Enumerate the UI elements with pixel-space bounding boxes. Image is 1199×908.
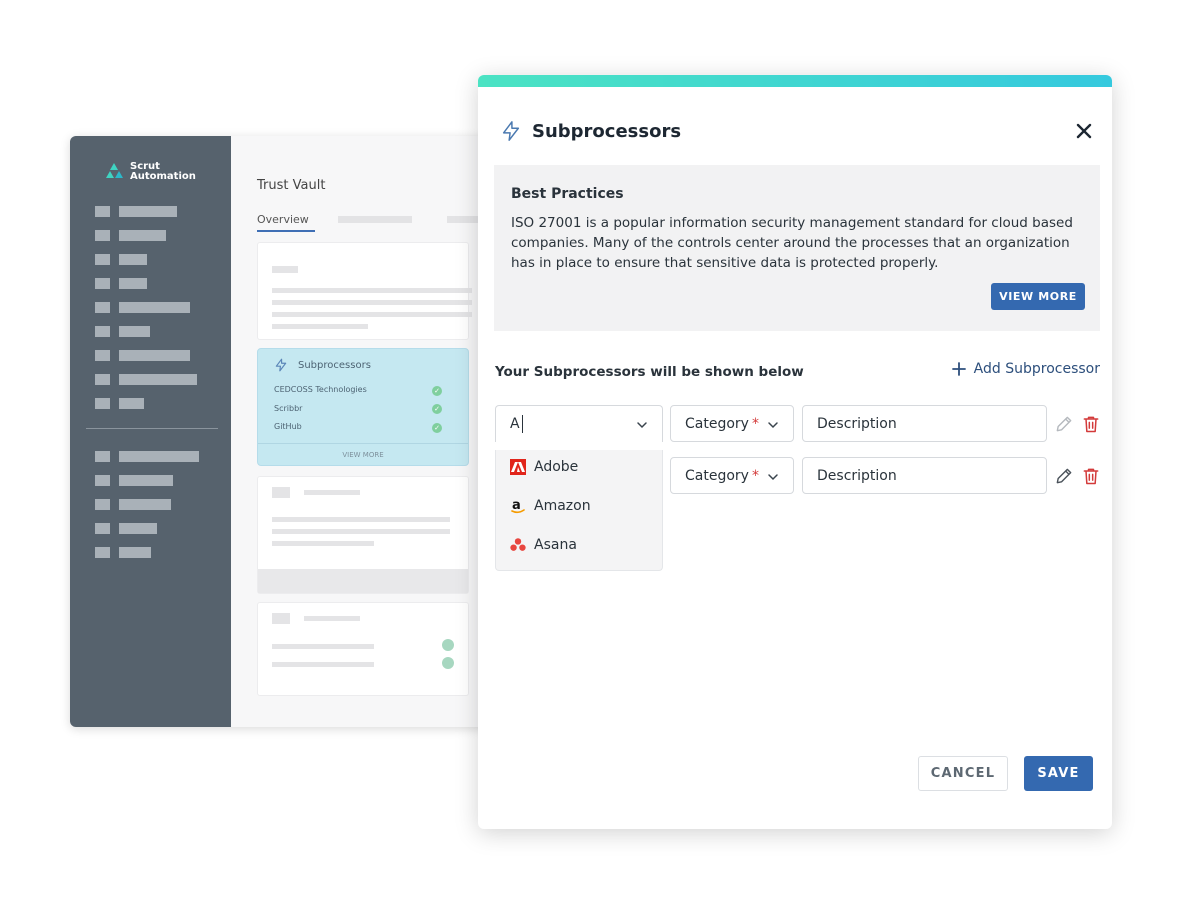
tab-overview: Overview (257, 213, 309, 226)
chevron-down-icon (768, 422, 778, 429)
sidebar-placeholder-item (95, 547, 151, 558)
save-button[interactable]: SAVE (1024, 756, 1093, 791)
category-select[interactable]: Category * (670, 405, 794, 442)
amazon-logo-icon: a (510, 498, 526, 514)
description-label: Description (817, 415, 897, 432)
lightning-icon (502, 121, 520, 141)
dropdown-option-asana[interactable]: Asana (510, 537, 577, 553)
sidebar-placeholder-item (95, 475, 173, 486)
close-icon (1076, 123, 1092, 139)
asana-logo-icon (510, 537, 526, 553)
description-input[interactable]: Description (802, 405, 1047, 442)
sidebar-placeholder-item (95, 230, 166, 241)
check-icon: ✓ (432, 404, 442, 414)
dropdown-option-label: Asana (534, 537, 577, 553)
scrut-logo: Scrut Automation (104, 162, 200, 182)
cancel-button[interactable]: CANCEL (918, 756, 1008, 791)
section-label: Your Subprocessors will be shown below (495, 364, 804, 380)
dropdown-option-label: Adobe (534, 459, 579, 475)
sidebar-placeholder-item (95, 499, 171, 510)
placeholder-card (257, 242, 472, 340)
sidebar-placeholder-item (95, 206, 177, 217)
subprocessor-list-item: CEDCOSS Technologies (274, 385, 367, 394)
sidebar-placeholder-item (95, 398, 144, 409)
placeholder-card (257, 476, 469, 594)
best-practices-panel: Best Practices ISO 27001 is a popular in… (494, 165, 1100, 331)
best-practices-title: Best Practices (511, 186, 624, 202)
dropdown-option-label: Amazon (534, 498, 591, 514)
subprocessors-card-title: Subprocessors (298, 360, 371, 371)
sidebar-placeholder-item (95, 278, 147, 289)
pencil-icon (1056, 468, 1072, 484)
sidebar-placeholder-item (95, 523, 157, 534)
check-icon: ✓ (432, 423, 442, 433)
pencil-icon (1056, 416, 1072, 432)
subprocessors-modal: Subprocessors Best Practices ISO 27001 i… (478, 75, 1112, 829)
delete-button[interactable] (1081, 466, 1101, 486)
description-label: Description (817, 467, 897, 484)
sidebar-placeholder-item (95, 302, 190, 313)
chevron-down-icon (637, 422, 647, 429)
category-label: Category (685, 415, 749, 432)
subprocessor-list-item: GitHub (274, 422, 302, 431)
modal-accent-bar (478, 75, 1112, 87)
add-subprocessor-button[interactable]: Add Subprocessor (951, 361, 1100, 377)
subprocessor-name-input[interactable]: A (495, 405, 663, 442)
trash-icon (1083, 468, 1099, 485)
edit-button[interactable] (1054, 466, 1074, 486)
adobe-logo-icon (510, 459, 526, 475)
category-label: Category (685, 467, 749, 484)
delete-button[interactable] (1081, 414, 1101, 434)
name-input-value: A (510, 416, 520, 432)
sidebar-placeholder-item (95, 374, 197, 385)
logo-line-2: Automation (130, 171, 196, 182)
lightning-icon (275, 358, 287, 372)
edit-button[interactable] (1054, 414, 1074, 434)
subprocessor-list-item: Scribbr (274, 404, 303, 413)
sidebar-placeholder-item (95, 254, 147, 265)
background-app-window: Scrut Automation Trust Vault Overview Su… (70, 136, 500, 727)
dropdown-option-amazon[interactable]: a Amazon (510, 498, 591, 514)
background-sidebar: Scrut Automation (70, 136, 231, 727)
active-tab-indicator (257, 230, 315, 232)
required-mark: * (751, 415, 759, 432)
close-button[interactable] (1074, 121, 1094, 141)
subprocessors-card: Subprocessors CEDCOSS Technologies Scrib… (257, 348, 469, 466)
plus-icon (951, 362, 966, 376)
subprocessor-dropdown: Adobe a Amazon Asana (495, 450, 663, 571)
placeholder-card (257, 602, 469, 696)
dropdown-option-adobe[interactable]: Adobe (510, 459, 578, 475)
trash-icon (1083, 416, 1099, 433)
modal-header: Subprocessors (500, 120, 681, 142)
add-subprocessor-label: Add Subprocessor (973, 361, 1100, 377)
modal-title: Subprocessors (532, 120, 682, 142)
status-dot (442, 639, 454, 651)
status-dot (442, 657, 454, 669)
required-mark: * (751, 467, 759, 484)
text-cursor (521, 415, 523, 433)
sidebar-placeholder-item (95, 350, 190, 361)
chevron-down-icon (768, 474, 778, 481)
view-more-button[interactable]: VIEW MORE (991, 283, 1085, 310)
sidebar-divider (86, 428, 218, 429)
check-icon: ✓ (432, 386, 442, 396)
description-input[interactable]: Description (802, 457, 1047, 494)
scrut-logo-icon (106, 163, 123, 178)
category-select[interactable]: Category * (670, 457, 794, 494)
best-practices-text: ISO 27001 is a popular information secur… (511, 215, 1073, 271)
background-page-title: Trust Vault (257, 178, 326, 193)
background-main: Trust Vault Overview Subprocessors CEDCO… (231, 136, 500, 727)
tab-placeholder (338, 216, 412, 223)
sidebar-placeholder-item (95, 326, 150, 337)
sidebar-placeholder-item (95, 451, 199, 462)
subprocessors-card-view-more: VIEW MORE (258, 443, 468, 459)
